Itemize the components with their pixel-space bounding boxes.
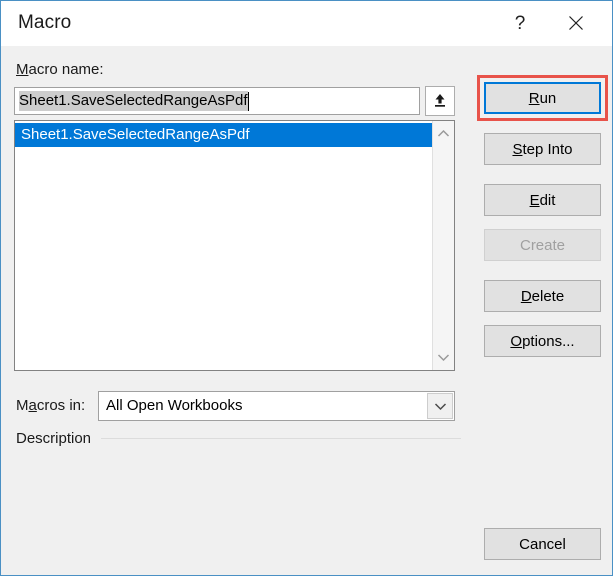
upload-button[interactable] bbox=[425, 86, 455, 116]
scroll-down-button[interactable] bbox=[433, 347, 454, 368]
list-item[interactable]: Sheet1.SaveSelectedRangeAsPdf bbox=[15, 123, 433, 147]
question-mark-icon: ? bbox=[514, 12, 526, 34]
list-scrollbar[interactable] bbox=[432, 121, 454, 370]
macro-name-label: Macro name: bbox=[16, 61, 104, 78]
description-label: Description bbox=[16, 430, 92, 447]
step-into-button[interactable]: Step Into bbox=[484, 133, 601, 165]
macro-list-items: Sheet1.SaveSelectedRangeAsPdf bbox=[15, 121, 433, 147]
macros-in-label: Macros in: bbox=[16, 397, 86, 414]
macro-name-value: Sheet1.SaveSelectedRangeAsPdf bbox=[19, 91, 248, 111]
macros-in-value: All Open Workbooks bbox=[106, 397, 243, 414]
create-button: Create bbox=[484, 229, 601, 261]
chevron-down-icon bbox=[437, 354, 450, 362]
close-button[interactable] bbox=[553, 1, 599, 45]
description-separator bbox=[101, 438, 461, 439]
chevron-down-icon bbox=[434, 402, 446, 410]
edit-button[interactable]: Edit bbox=[484, 184, 601, 216]
delete-button[interactable]: Delete bbox=[484, 280, 601, 312]
page-title: Macro bbox=[18, 12, 72, 33]
macro-name-input[interactable]: Sheet1.SaveSelectedRangeAsPdf bbox=[14, 87, 420, 115]
run-button[interactable]: Run bbox=[484, 82, 601, 114]
macro-dialog: Macro ? Macro name: Sheet1.SaveSelectedR… bbox=[0, 0, 613, 576]
upload-arrow-icon bbox=[435, 94, 445, 107]
help-button[interactable]: ? bbox=[497, 1, 543, 45]
text-caret bbox=[247, 91, 249, 111]
macro-list[interactable]: Sheet1.SaveSelectedRangeAsPdf bbox=[14, 120, 455, 371]
options-button[interactable]: Options... bbox=[484, 325, 601, 357]
close-icon bbox=[569, 16, 583, 30]
macros-in-select[interactable]: All Open Workbooks bbox=[98, 391, 455, 421]
scroll-up-button[interactable] bbox=[433, 123, 454, 144]
title-bar: Macro ? bbox=[1, 1, 612, 46]
combo-dropdown-button[interactable] bbox=[427, 393, 453, 419]
cancel-button[interactable]: Cancel bbox=[484, 528, 601, 560]
chevron-up-icon bbox=[437, 129, 450, 137]
